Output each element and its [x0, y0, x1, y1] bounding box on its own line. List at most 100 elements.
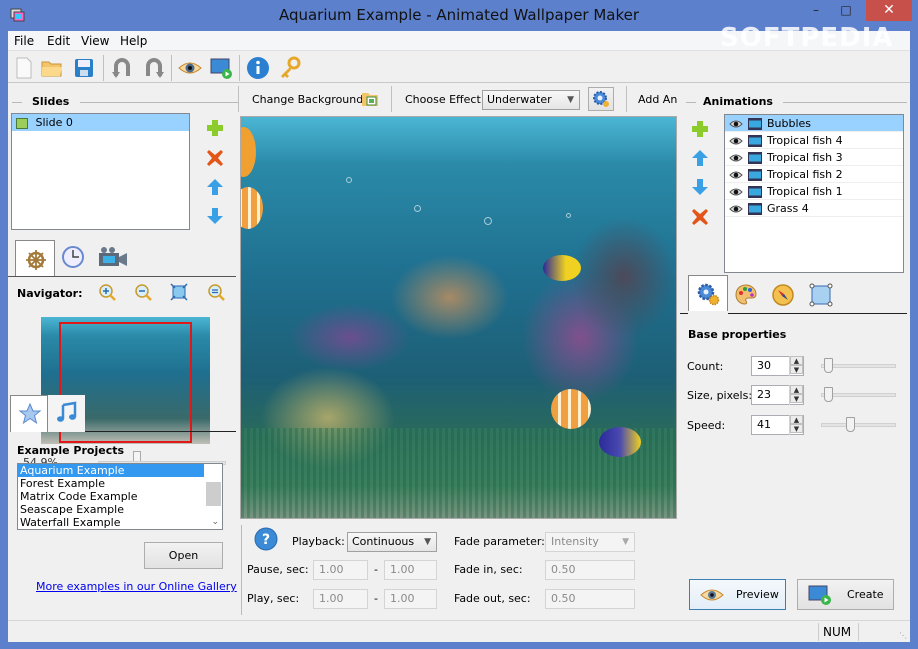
playback-select[interactable]: Continuous ▼ [347, 532, 437, 552]
effect-select[interactable]: Underwater ▼ [482, 90, 580, 110]
visibility-eye-icon[interactable] [729, 204, 743, 214]
spin-up-icon[interactable]: ▲ [790, 356, 803, 365]
animation-item[interactable]: Tropical fish 1 [725, 183, 903, 200]
clock-icon[interactable] [61, 245, 85, 269]
compass-icon[interactable] [771, 283, 795, 307]
fit-to-window-icon[interactable] [170, 283, 188, 301]
palette-icon[interactable] [734, 283, 758, 307]
create-button[interactable]: Create [797, 579, 894, 610]
slides-list[interactable]: Slide 0 [11, 113, 190, 230]
move-animation-up-icon[interactable] [691, 149, 709, 167]
actual-size-icon[interactable] [207, 283, 225, 301]
change-background-label[interactable]: Change Background [252, 93, 363, 106]
animations-list[interactable]: Bubbles Tropical fish 4 Tropical fish 3 Tro… [724, 114, 904, 273]
visibility-eye-icon[interactable] [729, 153, 743, 163]
create-wallpaper-icon[interactable] [209, 56, 233, 80]
pause-to-field[interactable]: 1.00 [384, 560, 437, 580]
bounds-rect-icon[interactable] [809, 283, 833, 307]
scroll-down-arrow[interactable]: ⌄ [211, 517, 219, 527]
open-button[interactable]: Open [144, 542, 223, 569]
example-projects-list[interactable]: Aquarium Example Forest Example Matrix C… [17, 463, 223, 530]
slide-item[interactable]: Slide 0 [12, 114, 189, 131]
tropical-fish [543, 255, 581, 281]
visibility-eye-icon[interactable] [729, 136, 743, 146]
speed-spinner[interactable]: ▲ ▼ [789, 415, 803, 435]
move-animation-down-icon[interactable] [691, 178, 709, 196]
example-item[interactable]: Waterfall Example [18, 516, 222, 529]
animation-item[interactable]: Grass 4 [725, 200, 903, 217]
delete-slide-icon[interactable] [206, 149, 224, 167]
tab-examples[interactable] [10, 395, 48, 432]
fade-parameter-select[interactable]: Intensity ▼ [545, 532, 635, 552]
main-toolbar [8, 51, 910, 83]
save-icon[interactable] [72, 56, 96, 80]
redo-icon[interactable] [142, 56, 166, 80]
example-item[interactable]: Seascape Example [18, 503, 222, 516]
speed-slider-track[interactable] [821, 423, 896, 427]
menu-edit[interactable]: Edit [47, 34, 70, 48]
move-slide-down-icon[interactable] [206, 207, 224, 225]
animation-item[interactable]: Bubbles [725, 115, 903, 132]
tab-navigator[interactable] [15, 240, 55, 277]
preview-button[interactable]: Preview [689, 579, 786, 610]
play-from-field[interactable]: 1.00 [313, 589, 368, 609]
wallpaper-preview-canvas[interactable] [240, 116, 677, 519]
svg-text:?: ? [262, 532, 270, 548]
animation-film-icon [748, 203, 762, 215]
undo-icon[interactable] [110, 56, 134, 80]
key-icon[interactable] [278, 56, 302, 80]
speed-slider-thumb[interactable] [846, 417, 856, 432]
preview-eye-icon[interactable] [178, 56, 202, 80]
animation-item[interactable]: Tropical fish 2 [725, 166, 903, 183]
speed-label: Speed: [687, 419, 726, 432]
fade-out-field[interactable]: 0.50 [545, 589, 635, 609]
info-icon[interactable] [246, 56, 270, 80]
minimize-button[interactable]: – [802, 0, 830, 21]
play-to-field[interactable]: 1.00 [384, 589, 437, 609]
spin-up-icon[interactable]: ▲ [790, 415, 803, 424]
spin-down-icon[interactable]: ▼ [790, 394, 803, 403]
tab-music[interactable] [48, 395, 85, 432]
animation-item[interactable]: Tropical fish 4 [725, 132, 903, 149]
count-spinner[interactable]: ▲ ▼ [789, 356, 803, 376]
spin-up-icon[interactable]: ▲ [790, 385, 803, 394]
close-button[interactable]: ✕ [866, 0, 912, 21]
list-scrollbar-thumb[interactable] [206, 482, 221, 506]
add-slide-icon[interactable] [206, 119, 224, 137]
maximize-button[interactable]: □ [832, 0, 860, 21]
size-spinner[interactable]: ▲ ▼ [789, 385, 803, 405]
delete-animation-icon[interactable] [691, 208, 709, 226]
tab-base-properties[interactable] [688, 275, 728, 311]
add-animation-icon[interactable] [691, 120, 709, 138]
visibility-eye-icon[interactable] [729, 119, 743, 129]
online-gallery-link[interactable]: More examples in our Online Gallery [36, 580, 237, 593]
fade-in-field[interactable]: 0.50 [545, 560, 635, 580]
visibility-eye-icon[interactable] [729, 187, 743, 197]
size-slider-thumb[interactable] [824, 387, 834, 402]
help-icon[interactable]: ? [254, 527, 278, 551]
pause-from-field[interactable]: 1.00 [313, 560, 368, 580]
example-item[interactable]: Matrix Code Example [18, 490, 222, 503]
window-title: Aquarium Example - Animated Wallpaper Ma… [278, 6, 640, 24]
animation-item[interactable]: Tropical fish 3 [725, 149, 903, 166]
menu-view[interactable]: View [81, 34, 109, 48]
add-animation-label[interactable]: Add Anir [638, 93, 678, 106]
spin-down-icon[interactable]: ▼ [790, 424, 803, 433]
change-background-icon[interactable] [361, 90, 379, 108]
example-item[interactable]: Forest Example [18, 477, 222, 490]
menu-help[interactable]: Help [120, 34, 147, 48]
example-item[interactable]: Aquarium Example [18, 464, 204, 477]
count-slider-thumb[interactable] [824, 358, 834, 373]
open-folder-icon[interactable] [40, 56, 64, 80]
visibility-eye-icon[interactable] [729, 170, 743, 180]
zoom-in-icon[interactable] [98, 283, 116, 301]
menu-file[interactable]: File [14, 34, 34, 48]
spin-down-icon[interactable]: ▼ [790, 365, 803, 374]
resize-grip[interactable]: ⋱ [899, 631, 907, 640]
zoom-out-icon[interactable] [134, 283, 152, 301]
gear-icon [593, 91, 609, 107]
new-file-icon[interactable] [12, 56, 36, 80]
effect-settings-button[interactable] [588, 87, 614, 111]
video-camera-icon[interactable] [97, 245, 129, 269]
move-slide-up-icon[interactable] [206, 178, 224, 196]
